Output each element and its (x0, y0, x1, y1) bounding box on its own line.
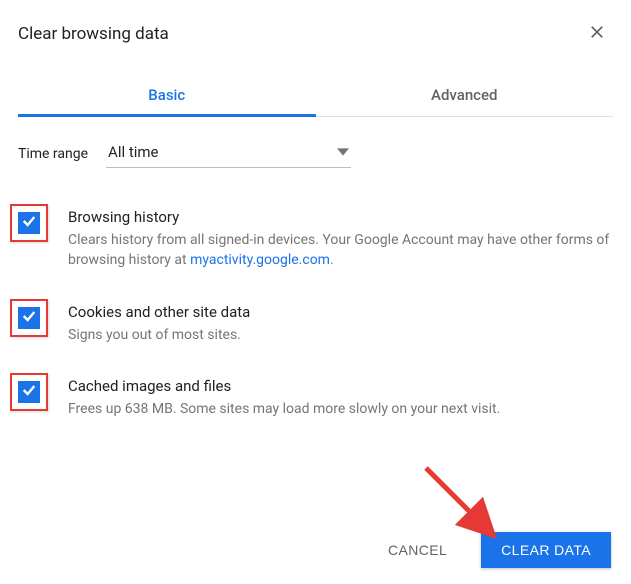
option-cookies: Cookies and other site data Signs you ou… (18, 299, 613, 345)
checkbox-browsing-history[interactable] (18, 212, 40, 234)
checkmark-icon (21, 382, 37, 402)
close-button[interactable] (581, 18, 613, 50)
tabs: Basic Advanced (18, 72, 613, 117)
timerange-select[interactable]: All time (106, 139, 351, 168)
option-title: Cached images and files (68, 377, 613, 395)
timerange-value: All time (108, 143, 158, 161)
checkmark-icon (21, 308, 37, 328)
timerange-label: Time range (18, 146, 88, 162)
checkbox-cookies[interactable] (18, 307, 40, 329)
option-description: Clears history from all signed-in device… (68, 230, 613, 271)
checkbox-cache[interactable] (18, 381, 40, 403)
dropdown-arrow-icon (337, 146, 349, 158)
cancel-button[interactable]: Cancel (368, 532, 467, 568)
highlight-frame (10, 204, 48, 242)
option-title: Browsing history (68, 208, 613, 226)
option-cache: Cached images and files Frees up 638 MB.… (18, 373, 613, 419)
tab-advanced[interactable]: Advanced (316, 72, 614, 116)
link-myactivity[interactable]: myactivity.google.com (190, 252, 330, 268)
clear-data-button[interactable]: Clear data (481, 532, 611, 568)
highlight-frame (10, 299, 48, 337)
option-browsing-history: Browsing history Clears history from all… (18, 204, 613, 271)
highlight-frame (10, 373, 48, 411)
checkmark-icon (21, 213, 37, 233)
option-description: Signs you out of most sites. (68, 325, 613, 345)
close-icon (588, 23, 606, 45)
tab-basic[interactable]: Basic (18, 72, 316, 116)
option-title: Cookies and other site data (68, 303, 613, 321)
dialog-title: Clear browsing data (18, 24, 169, 44)
option-description: Frees up 638 MB. Some sites may load mor… (68, 399, 613, 419)
